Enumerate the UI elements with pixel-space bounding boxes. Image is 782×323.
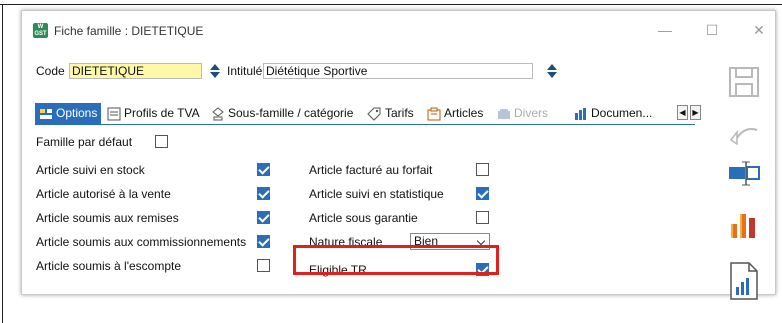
tva-icon	[107, 107, 121, 121]
window-title: Fiche famille : DIETETIQUE	[54, 24, 204, 38]
tab-documents-label: Documen...	[591, 106, 653, 120]
suivi-stock-checkbox[interactable]	[257, 163, 270, 176]
tab-scroll-right-icon[interactable]: ▶	[690, 105, 701, 120]
chart-button[interactable]	[727, 206, 767, 244]
tab-articles[interactable]: Articles	[427, 103, 483, 125]
facture-forfait-label: Article facturé au forfait	[309, 163, 433, 177]
soumis-escompte-checkbox[interactable]	[257, 259, 270, 272]
tab-options[interactable]: Options	[35, 103, 102, 125]
famille-defaut-checkbox[interactable]	[155, 135, 168, 148]
soumis-commissionnements-checkbox[interactable]	[257, 235, 270, 248]
sous-garantie-label: Article sous garantie	[309, 211, 418, 225]
save-icon	[729, 67, 759, 97]
suivi-stock-label: Article suivi en stock	[36, 163, 145, 177]
articles-icon	[427, 107, 441, 121]
app-icon: W GST	[33, 23, 48, 38]
intitule-field[interactable]: Diététique Sportive	[263, 63, 533, 79]
minimize-button[interactable]: —	[655, 20, 675, 40]
divers-icon	[498, 108, 510, 119]
tab-sous-famille-label: Sous-famille / catégorie	[228, 106, 354, 120]
code-spin-icon[interactable]	[210, 63, 220, 79]
documents-chart-icon	[575, 107, 586, 120]
chart-icon	[731, 214, 755, 238]
code-label: Code	[36, 64, 65, 78]
maximize-button[interactable]: ☐	[702, 20, 722, 40]
soumis-remises-checkbox[interactable]	[257, 211, 270, 224]
soumis-escompte-label: Article soumis à l'escompte	[36, 259, 182, 273]
price-tag-icon	[367, 107, 381, 121]
tab-scroll-left-icon[interactable]: ◀	[677, 105, 688, 120]
tab-bar: Options Profils de TVA Sous-famille / ca…	[35, 103, 701, 125]
undo-button[interactable]	[727, 118, 767, 156]
tab-sous-famille[interactable]: Sous-famille / catégorie	[211, 103, 353, 125]
highlight-box	[293, 245, 499, 275]
report-button[interactable]	[727, 261, 767, 300]
outer-frame-left	[2, 4, 3, 323]
report-icon	[730, 262, 758, 300]
close-button[interactable]: ✕	[749, 20, 769, 40]
tab-divers[interactable]: Divers	[497, 103, 548, 125]
tab-divers-label: Divers	[514, 106, 549, 120]
options-icon	[40, 108, 52, 119]
suivi-statistique-label: Article suivi en statistique	[309, 187, 444, 201]
undo-icon	[729, 128, 758, 146]
title-bar: W GST Fiche famille : DIETETIQUE — ☐ ✕	[22, 11, 775, 47]
soumis-commissionnements-label: Article soumis aux commissionnements	[36, 235, 247, 249]
chevron-down-icon	[476, 236, 486, 246]
tab-tarifs-label: Tarifs	[385, 106, 414, 120]
outer-frame-top	[0, 4, 782, 5]
autorise-vente-checkbox[interactable]	[257, 187, 270, 200]
suivi-statistique-checkbox[interactable]	[476, 187, 489, 200]
code-field[interactable]: DIETETIQUE	[69, 63, 202, 79]
save-button[interactable]	[727, 66, 767, 104]
soumis-remises-label: Article soumis aux remises	[36, 211, 179, 225]
tab-documents[interactable]: Documen...	[574, 103, 652, 125]
sous-garantie-checkbox[interactable]	[476, 211, 489, 224]
autorise-vente-label: Article autorisé à la vente	[36, 187, 171, 201]
tab-profils-tva[interactable]: Profils de TVA	[107, 103, 200, 125]
tab-options-label: Options	[56, 106, 98, 120]
tab-tarifs[interactable]: Tarifs	[366, 103, 414, 125]
rename-icon	[729, 161, 760, 186]
facture-forfait-checkbox[interactable]	[476, 163, 489, 176]
famille-defaut-label: Famille par défaut	[36, 135, 133, 149]
rename-button[interactable]	[727, 159, 767, 197]
hierarchy-icon	[212, 107, 224, 121]
tab-profils-tva-label: Profils de TVA	[124, 106, 200, 120]
tab-articles-label: Articles	[444, 106, 484, 120]
intitule-spin-icon[interactable]	[547, 63, 557, 79]
intitule-label: Intitulé	[227, 64, 263, 78]
